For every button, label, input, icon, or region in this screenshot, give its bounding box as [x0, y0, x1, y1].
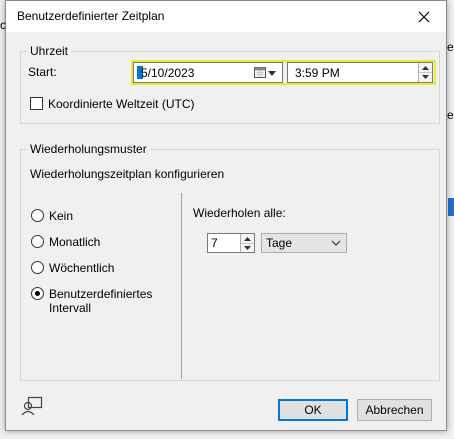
time-spinner[interactable]	[418, 63, 432, 82]
radio-monatlich[interactable]	[31, 235, 44, 248]
custom-schedule-dialog: Benutzerdefinierter Zeitplan Uhrzeit Sta…	[5, 0, 447, 431]
radio-benutzerdefiniert-label: Benutzerdefiniertes	[49, 287, 153, 301]
radio-kein[interactable]	[31, 209, 44, 222]
pattern-legend: Wiederholungsmuster	[27, 142, 150, 156]
caret-up-icon	[422, 65, 429, 70]
caret-up-icon	[244, 236, 251, 241]
background-accent	[448, 198, 454, 216]
uhrzeit-legend: Uhrzeit	[27, 44, 72, 58]
start-label: Start:	[28, 65, 57, 79]
user-help-icon	[21, 396, 43, 416]
configure-label: Wiederholungszeitplan konfigurieren	[30, 167, 225, 181]
start-time-value: 3:59 PM	[295, 66, 340, 80]
start-date-value: 5/10/2023	[141, 66, 195, 80]
chevron-down-icon[interactable]	[268, 71, 276, 76]
user-help-icon-button[interactable]	[20, 395, 44, 417]
repeat-interval-value: 7	[211, 236, 218, 250]
radio-woechentlich[interactable]	[31, 261, 44, 274]
radio-woechentlich-label: Wöchentlich	[49, 261, 115, 275]
radio-monatlich-label: Monatlich	[49, 235, 101, 249]
chevron-down-icon	[331, 240, 341, 246]
start-date-picker[interactable]: 5/10/2023	[133, 62, 283, 83]
utc-checkbox[interactable]	[30, 97, 43, 110]
cancel-button[interactable]: Abbrechen	[357, 399, 432, 421]
background-text-fragment: erc	[447, 40, 454, 54]
interval-spinner[interactable]	[240, 234, 254, 252]
close-icon	[418, 11, 430, 22]
radio-benutzerdefiniert-label-line2: Intervall	[49, 301, 92, 315]
radio-benutzerdefiniert[interactable]	[31, 287, 44, 300]
start-time-picker[interactable]: 3:59 PM	[287, 62, 433, 83]
dialog-title: Benutzerdefinierter Zeitplan	[17, 9, 165, 23]
interval-unit-select[interactable]: Tage	[261, 233, 347, 253]
calendar-icon[interactable]	[254, 67, 266, 78]
ok-button[interactable]: OK	[278, 399, 348, 421]
repeat-interval-stepper[interactable]: 7	[207, 233, 255, 253]
vertical-divider	[181, 193, 182, 379]
radio-kein-label: Kein	[49, 209, 74, 223]
title-bar: Benutzerdefinierter Zeitplan	[6, 1, 446, 32]
background-text-fragment: erc	[447, 108, 454, 122]
utc-label: Koordinierte Weltzeit (UTC)	[48, 97, 195, 111]
repeat-label: Wiederholen alle:	[193, 206, 286, 220]
time-down-button[interactable]	[419, 72, 432, 81]
caret-down-icon	[422, 74, 429, 79]
interval-down-button[interactable]	[241, 243, 254, 252]
caret-down-icon	[244, 245, 251, 250]
interval-unit-value: Tage	[266, 236, 293, 250]
close-button[interactable]	[402, 1, 446, 32]
